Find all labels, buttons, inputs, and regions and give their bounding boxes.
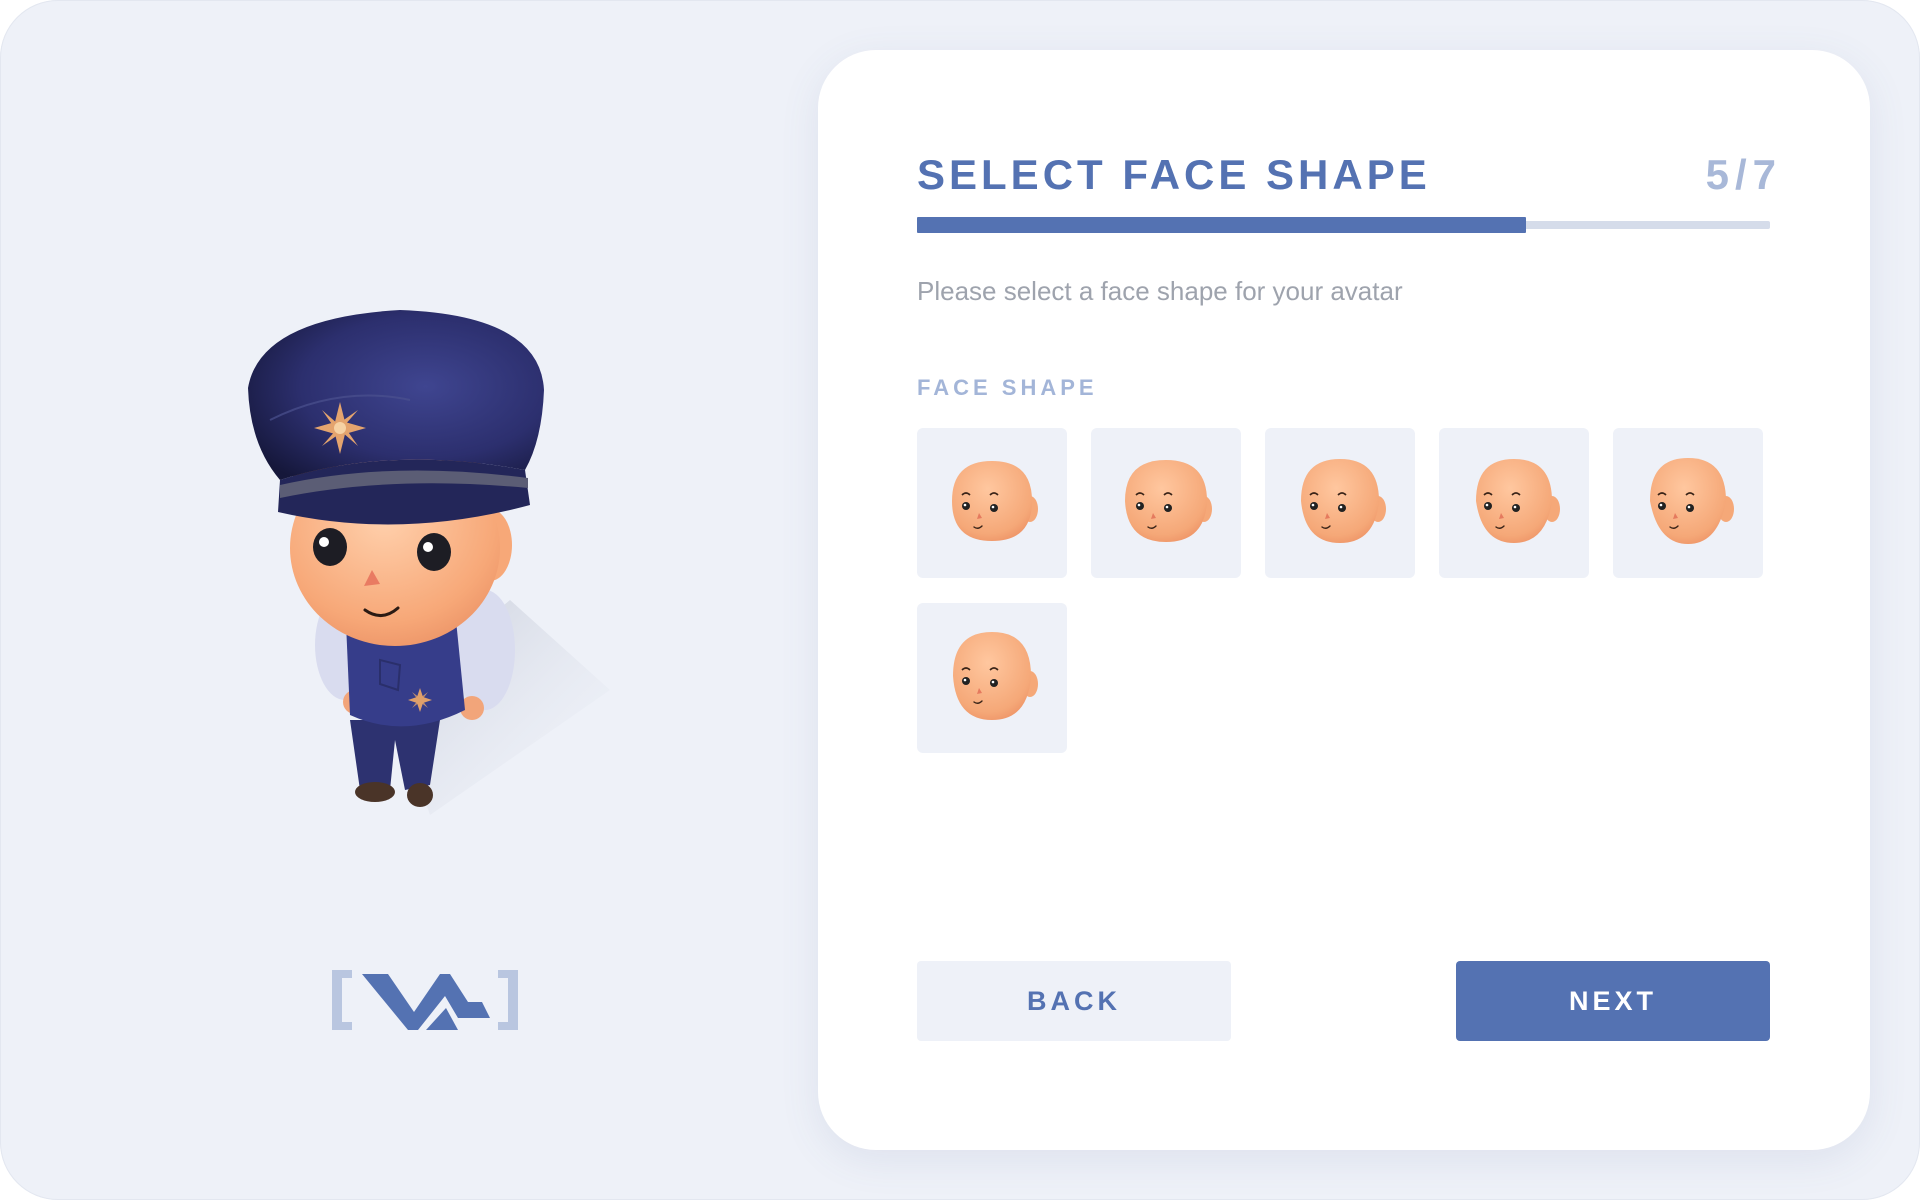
- face-shape-6-icon: [953, 632, 1038, 720]
- step-title: SELECT FACE SHAPE: [917, 151, 1431, 198]
- step-counter: 5/7: [1705, 151, 1782, 198]
- face-shape-4-icon: [1476, 459, 1560, 543]
- brand-logo-icon: [332, 970, 518, 1030]
- face-shape-option[interactable]: [1091, 428, 1241, 578]
- avatar-preview-icon: [248, 310, 610, 815]
- face-shape-5-icon: [1650, 458, 1734, 544]
- face-shape-option[interactable]: [1439, 428, 1589, 578]
- face-shape-grid: [917, 428, 1797, 758]
- next-button[interactable]: NEXT: [1456, 961, 1770, 1041]
- back-button[interactable]: BACK: [917, 961, 1231, 1041]
- face-shape-3-icon: [1301, 459, 1386, 543]
- avatar-preview-pane: [0, 0, 818, 1200]
- face-shape-selection-panel: SELECT FACE SHAPE 5/7 Please select a fa…: [818, 50, 1870, 1150]
- face-shape-1-icon: [952, 461, 1038, 541]
- face-shape-section-label: FACE SHAPE: [917, 375, 1098, 400]
- face-shape-option[interactable]: [917, 428, 1067, 578]
- face-shape-2-icon: [1125, 460, 1212, 542]
- face-shape-option[interactable]: [1265, 428, 1415, 578]
- app-window: SELECT FACE SHAPE 5/7 Please select a fa…: [0, 0, 1920, 1200]
- face-shape-option[interactable]: [1613, 428, 1763, 578]
- instruction-text: Please select a face shape for your avat…: [917, 276, 1403, 306]
- step-progress-fill: [917, 217, 1527, 233]
- step-progress-bar: [917, 217, 1770, 233]
- face-shape-option[interactable]: [917, 603, 1067, 753]
